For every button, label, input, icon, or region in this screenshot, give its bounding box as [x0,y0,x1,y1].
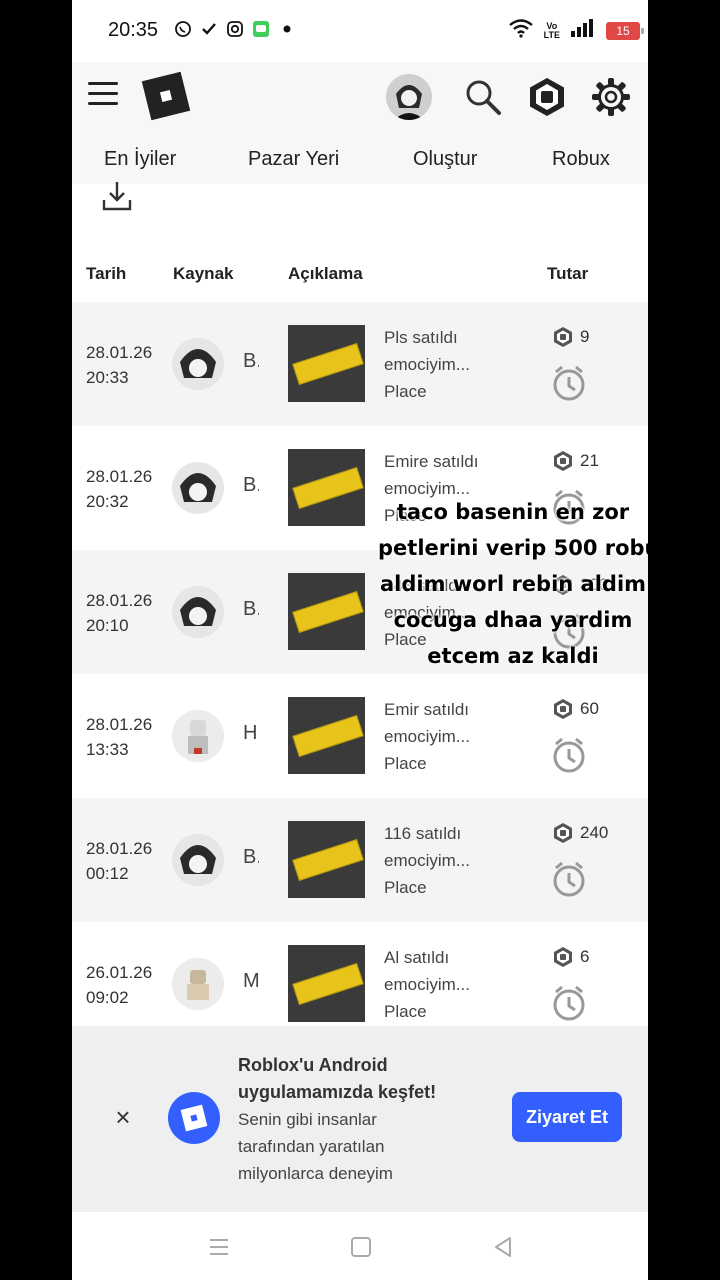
row-description: Pls satıldı emociyim... Place [384,328,470,401]
status-time: 20:35 [108,19,159,41]
column-source: Kaynak [173,264,234,283]
user-avatar[interactable] [172,710,224,762]
banner-text: Senin gibi insanlar tarafından yaratılan… [238,1110,393,1183]
overlay-caption: taco basenin en zor petlerini verip 500 … [378,500,648,668]
user-name[interactable]: H [243,722,259,745]
system-nav-bar [72,1212,648,1280]
gamepass-thumbnail[interactable] [288,449,365,526]
app-promo-banner: × Roblox'u Android uygulamamızda keşfet!… [72,1026,648,1212]
gamepass-thumbnail[interactable] [288,945,365,1022]
user-avatar[interactable] [172,958,224,1010]
user-name[interactable]: B. [243,846,259,869]
clock-icon [552,984,586,1022]
table-row: 28.01.26 13:33 H Emir satıldı emociyim... P… [72,674,648,798]
row-date: 28.01.26 00:12 [86,839,153,883]
check-icon [200,20,218,38]
tab-top[interactable]: En İyiler [104,148,176,171]
row-amount: 60 [552,698,599,720]
tab-create[interactable]: Oluştur [413,148,477,171]
row-amount: 9 [552,326,589,348]
gear-icon[interactable] [590,76,632,118]
row-amount: 21 [552,450,599,472]
avatar[interactable] [386,74,432,120]
gamepass-thumbnail[interactable] [288,697,365,774]
clock-icon [552,860,586,898]
roblox-logo[interactable] [141,71,191,121]
volte-indicator: Vo LTE [543,20,560,40]
table-header: Tarih Kaynak Açıklama Tutar [72,258,648,292]
clock-icon [552,736,586,774]
row-description: 116 satıldı emociyim... Place [384,824,470,897]
user-avatar[interactable] [172,338,224,390]
gamepass-thumbnail[interactable] [288,821,365,898]
column-description: Açıklama [288,264,363,283]
user-avatar[interactable] [172,586,224,638]
tab-marketplace[interactable]: Pazar Yeri [248,148,339,171]
row-date: 28.01.26 13:33 [86,715,153,759]
app-header [72,62,648,132]
column-date: Tarih [86,264,127,283]
home-icon[interactable] [350,1236,372,1263]
nav-tabs: En İyiler Pazar Yeri Oluştur Robux [72,132,648,184]
whatsapp-icon [174,20,192,38]
user-name[interactable]: M [243,970,259,993]
robux-icon[interactable] [526,76,568,118]
phone-screen: 20:35 Vo LTE 15 En İyiler Pazar Yeri Olu… [72,0,648,1280]
status-bar: 20:35 Vo LTE 15 [72,0,648,62]
user-name[interactable]: B. [243,350,259,373]
download-icon[interactable] [102,180,132,212]
visit-button[interactable]: Ziyaret Et [512,1092,622,1142]
robux-icon [554,699,572,719]
row-amount: 240 [552,822,608,844]
battery-indicator: 15 [606,21,644,40]
table-row: 28.01.2600:12 B. 116 satıldıemociyim...P… [72,798,648,922]
search-icon[interactable] [464,78,502,116]
user-avatar[interactable] [172,834,224,886]
back-icon[interactable] [492,1236,514,1263]
notification-icons [174,20,296,38]
user-avatar[interactable] [172,462,224,514]
table-row: 28.01.2620:33 B. Pls satıldıemociyim...P… [72,302,648,426]
dot-icon [278,20,296,38]
robux-icon [554,823,572,843]
gamepass-thumbnail[interactable] [288,325,365,402]
messages-icon [252,20,270,38]
user-name[interactable]: B. [243,474,259,497]
row-date: 28.01.26 20:33 [86,343,153,387]
close-icon[interactable]: × [112,1104,134,1130]
row-description: Al satıldı emociyim... Place [384,948,470,1021]
banner-title: Roblox'u Android uygulamamızda keşfet! [238,1055,437,1102]
robux-icon [554,947,572,967]
wifi-icon [508,18,534,43]
clock-icon [552,364,586,402]
instagram-icon [226,20,244,38]
menu-icon[interactable] [88,82,118,106]
user-name[interactable]: B. [243,598,259,621]
robux-icon [554,451,572,471]
row-amount: 6 [552,946,589,968]
row-date: 28.01.26 20:32 [86,467,153,511]
row-date: 26.01.26 09:02 [86,963,153,1007]
gamepass-thumbnail[interactable] [288,573,365,650]
status-right: Vo LTE 15 [508,18,644,43]
roblox-app-icon [168,1092,220,1144]
recent-apps-icon[interactable] [208,1236,230,1263]
tab-robux[interactable]: Robux [552,148,610,171]
transactions-list: 28.01.2620:33 B. Pls satıldıemociyim...P… [72,302,648,1046]
row-date: 28.01.26 20:10 [86,591,153,635]
robux-icon [554,327,572,347]
signal-icon [570,18,596,43]
row-description: Emir satıldı emociyim... Place [384,700,470,773]
column-amount: Tutar [547,264,589,283]
